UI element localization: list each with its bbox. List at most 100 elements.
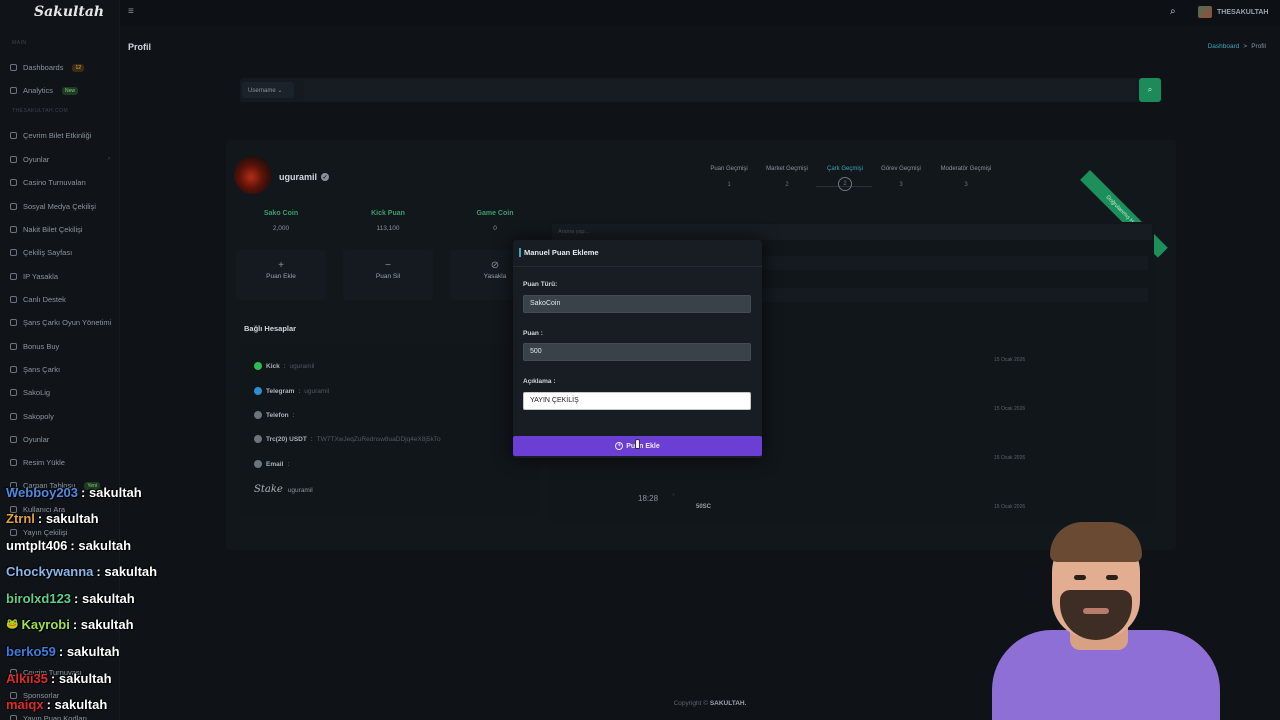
sidebar-item-10[interactable]: Şans Çarkı Oyun Yönetimi — [10, 318, 111, 327]
sidebar-item-2[interactable]: Çevrim Bilet Etkinliği — [10, 131, 91, 140]
sidebar-item-19[interactable]: Yayın Çekilişi — [10, 528, 67, 537]
chat-text: : sakultah — [70, 538, 132, 553]
gamepad-icon — [10, 436, 17, 443]
breadcrumb-dashboard[interactable]: Dashboard — [1208, 43, 1240, 50]
history-tab-label: Moderatör Geçmişi — [940, 166, 992, 172]
footer-copyright: Copyright © — [673, 700, 708, 707]
table-time: 18:28 — [638, 494, 659, 503]
usdt-icon — [254, 435, 262, 443]
points-type-select[interactable]: SakoCoin — [523, 295, 751, 313]
linked-account-row: Telefon: — [254, 411, 298, 419]
menu-icon[interactable]: ≡ — [128, 6, 134, 17]
breadcrumb-profil: Profil — [1251, 43, 1266, 50]
cash-icon — [10, 226, 17, 233]
remove-points-button[interactable]: − Puan Sil — [343, 250, 433, 300]
linked-account-separator: : — [283, 362, 286, 370]
sidebar-item-1[interactable]: Analytics New — [10, 86, 79, 95]
sidebar-item-label: Şans Çarkı — [23, 365, 61, 374]
chevron-right-icon: › — [108, 156, 110, 162]
search-submit-button[interactable]: ⌕ — [1139, 78, 1161, 102]
linked-account-row: Telegram: uguramil — [254, 387, 329, 395]
plus-icon: + — [278, 260, 284, 271]
points-amount-input[interactable]: 500 — [523, 343, 751, 361]
sidebar-item-16[interactable]: Resim Yükle — [10, 458, 65, 467]
chat-username: Ztrnl — [6, 511, 35, 526]
chat-username: Kayrobi — [21, 617, 70, 632]
history-tab-3[interactable]: Görev Geçmişi 3 — [866, 166, 936, 188]
footer-brand: SAKULTAH. — [709, 700, 747, 707]
sidebar-item-13[interactable]: SakoLig — [10, 388, 50, 397]
sidebar-item-7[interactable]: Çekiliş Sayfası — [10, 248, 72, 257]
profile-name: uguramil ✓ — [279, 172, 330, 182]
stat-value: 113,100 — [376, 225, 400, 232]
sidebar-item-22[interactable]: Yayın Puan Kodları — [10, 714, 87, 720]
stat-value: 2,000 — [272, 225, 290, 232]
user-search-input[interactable] — [304, 80, 1136, 100]
sidebar-item-3[interactable]: Oyunlar — [10, 155, 49, 164]
linked-account-separator: : — [310, 435, 313, 443]
sidebar-item-9[interactable]: Canlı Destek — [10, 295, 66, 304]
stake-username: uguramil — [287, 487, 313, 494]
chat-username: berko59 — [6, 644, 56, 659]
modal-title: Manuel Puan Ekleme — [519, 248, 599, 257]
linked-account-separator: : — [292, 411, 295, 419]
sidebar-item-label: IP Yasakla — [23, 272, 59, 281]
linked-accounts-title: Bağlı Hesaplar — [244, 324, 297, 333]
broadcast-icon — [10, 529, 17, 536]
add-points-label: Puan Ekle — [266, 273, 296, 280]
chat-text: : sakultah — [81, 485, 142, 500]
search-icon: ⌕ — [1147, 85, 1153, 94]
sidebar-item-label: Casino Turnuvaları — [23, 178, 86, 187]
user-menu[interactable]: THESAKULTAH — [1198, 6, 1268, 18]
chat-message: 🐸 Kayrobi: sakultah — [6, 617, 134, 632]
sidebar-item-6[interactable]: Nakit Bilet Çekilişi — [10, 225, 83, 234]
logo[interactable]: Sakultah — [34, 4, 104, 20]
stake-account: Stake uguramil — [254, 484, 313, 495]
sidebar-item-5[interactable]: Sosyal Medya Çekilişi — [10, 202, 96, 211]
shield-icon — [10, 273, 17, 280]
table-date: 15 Ocak 2026 — [994, 406, 1026, 412]
home-icon — [10, 64, 17, 71]
search-icon[interactable]: ⌕ — [1170, 6, 1176, 17]
ticket-icon — [10, 132, 17, 139]
sidebar-item-4[interactable]: Casino Turnuvaları — [10, 178, 86, 187]
code-icon — [10, 715, 17, 720]
sidebar-item-label: Yayın Puan Kodları — [23, 714, 88, 720]
stake-logo: Stake — [254, 484, 283, 495]
linked-account-separator: : — [298, 387, 301, 395]
top-bar — [120, 0, 1280, 26]
description-input[interactable]: YAYIN ÇEKİLİŞ — [523, 392, 751, 410]
sidebar-item-15[interactable]: Oyunlar — [10, 435, 49, 444]
sidebar-item-14[interactable]: Sakopoly — [10, 412, 54, 421]
history-filter-input[interactable]: Arama yap... — [552, 224, 1152, 240]
chat-username: umtplt406 — [6, 538, 68, 553]
sidebar-item-8[interactable]: IP Yasakla — [10, 272, 58, 281]
stat-sako-coin: Sako Coin 2,000 — [231, 210, 331, 232]
webcam-eye — [1106, 575, 1118, 580]
sidebar-item-0[interactable]: Dashboards 12 — [10, 63, 85, 72]
trophy-icon — [10, 179, 17, 186]
linked-account-row: Kick: uguramil — [254, 362, 314, 370]
chat-message: berko59: sakultah — [6, 644, 120, 659]
stat-kick-puan: Kick Puan 113,100 — [338, 210, 438, 232]
board-icon — [10, 413, 17, 420]
sidebar-section-site: THESAKULTAH.COM — [12, 108, 69, 114]
bonus-icon — [10, 343, 17, 350]
history-tab-4[interactable]: Moderatör Geçmişi 3 — [931, 166, 1001, 188]
sidebar-item-12[interactable]: Şans Çarkı — [10, 365, 60, 374]
linked-account-row: Trc(20) USDT: TW7TXwJeqZuRednsw8uaDDjq4eX… — [254, 435, 441, 443]
webcam-eye — [1074, 575, 1086, 580]
sidebar-item-label: Çekiliş Sayfası — [23, 248, 73, 257]
telegram-icon — [254, 387, 262, 395]
sidebar-item-11[interactable]: Bonus Buy — [10, 342, 59, 351]
history-tab-number: 3 — [899, 182, 903, 188]
chat-text: : sakultah — [72, 617, 134, 632]
add-points-button[interactable]: + Puan Ekle — [236, 250, 326, 300]
sidebar-item-label: Şans Çarkı Oyun Yönetimi — [23, 318, 112, 327]
linked-account-row: Email: — [254, 460, 293, 468]
plus-circle-icon: + — [615, 442, 624, 450]
stat-game-coin: Game Coin 0 — [445, 210, 545, 232]
search-type-select[interactable]: Username ⌄ — [242, 82, 294, 98]
chat-message: Webboy203: sakultah — [6, 485, 142, 500]
sidebar-section-main: MAIN — [12, 40, 27, 46]
